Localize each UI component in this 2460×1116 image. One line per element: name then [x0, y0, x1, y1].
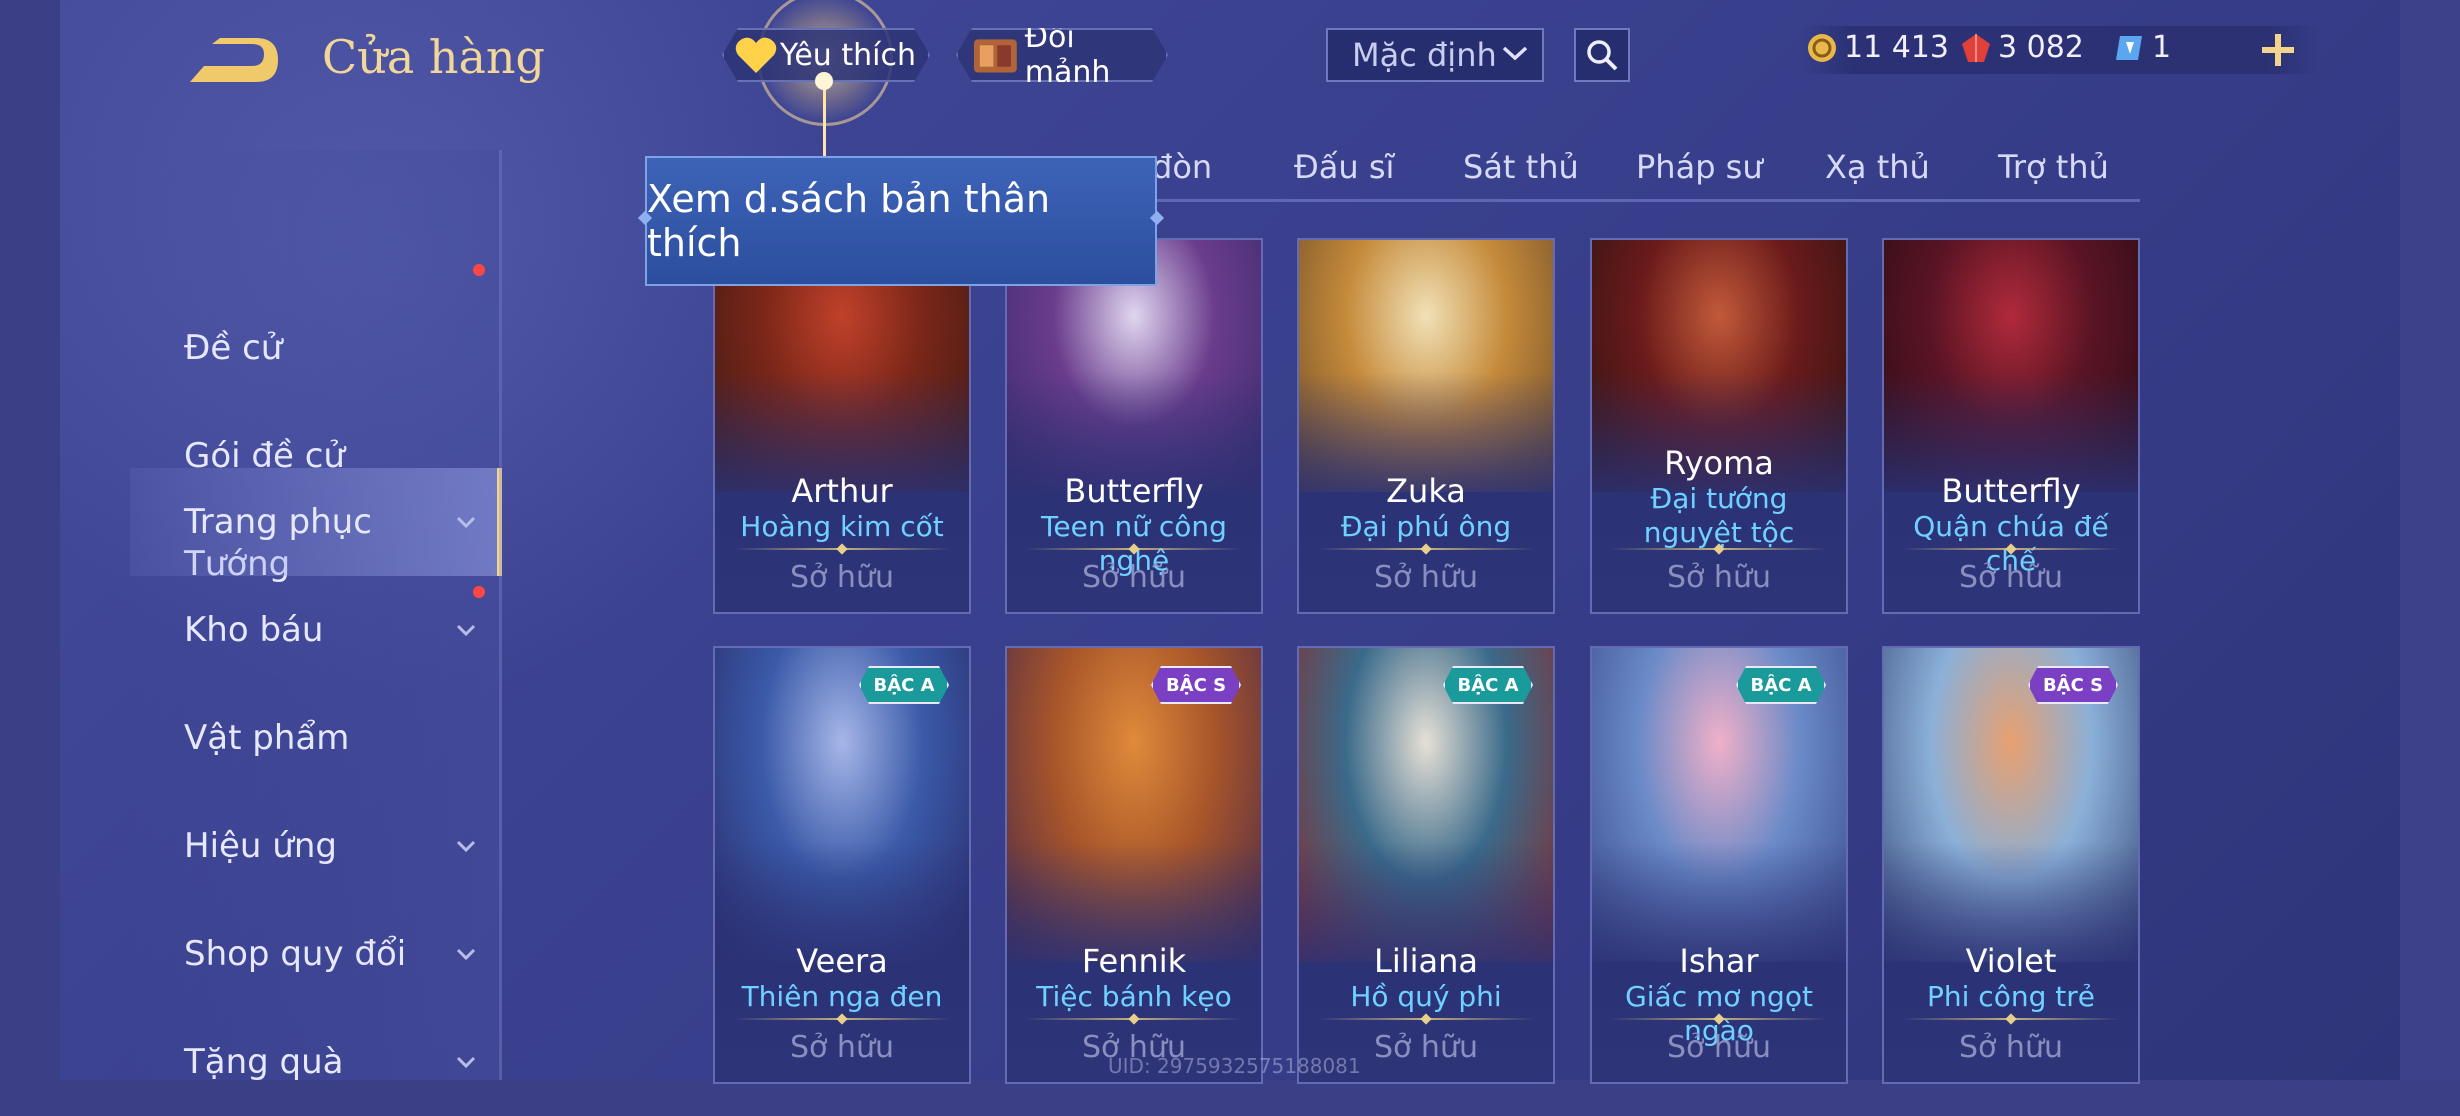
fragment-chest-icon	[972, 33, 1019, 77]
screen-edge-right	[2400, 0, 2460, 1080]
tier-badge: BẬC S	[2028, 666, 2118, 704]
screen-edge-left	[0, 0, 60, 1080]
tier-badge: BẬC A	[859, 666, 949, 704]
tab-mage[interactable]: Pháp sư	[1636, 148, 1763, 186]
search-button[interactable]	[1574, 28, 1630, 82]
owned-status: Sở hữu	[1959, 560, 2063, 595]
skin-name: Đại tướng nguyệt tộc	[1643, 482, 1795, 549]
sidebar-item-recommended[interactable]: Đề cử	[130, 294, 502, 402]
notification-dot	[473, 586, 485, 598]
sidebar: Đề cử Gói đề cử Tướng Trang phục Kho báu…	[130, 150, 502, 1082]
sidebar-item-effects[interactable]: Hiệu ứng	[130, 792, 502, 900]
chevron-down-icon	[456, 840, 476, 853]
back-arrow-icon[interactable]	[182, 36, 282, 88]
voucher-currency: 3 082	[1960, 30, 2084, 65]
fragment-exchange-label: Đổi mảnh	[1024, 20, 1111, 90]
sort-select-value: Mặc định	[1352, 36, 1497, 74]
owned-status: Sở hữu	[1667, 1030, 1771, 1065]
skin-card[interactable]: Butterfly Quận chúa đế chế Sở hữu	[1882, 238, 2140, 614]
sidebar-item-skins[interactable]: Trang phục	[130, 468, 502, 576]
skin-card[interactable]: Ishar Giấc mơ ngọt ngào Sở hữu BẬC A	[1590, 646, 1848, 1084]
hero-name: Violet	[1965, 942, 2057, 980]
chevron-down-icon	[456, 516, 476, 529]
tab-tank[interactable]: đòn	[1152, 148, 1212, 186]
hero-name: Liliana	[1374, 942, 1478, 980]
hero-name: Arthur	[791, 472, 893, 510]
ticket-icon	[2116, 35, 2142, 60]
fragment-exchange-button[interactable]: Đổi mảnh	[956, 28, 1168, 82]
hero-name: Fennik	[1081, 942, 1187, 980]
search-icon	[1587, 40, 1618, 71]
gold-coin-icon	[1808, 33, 1836, 62]
hero-name: Ishar	[1679, 942, 1759, 980]
sidebar-item-label: Kho báu	[184, 610, 324, 650]
chevron-down-icon	[456, 624, 476, 637]
skin-card[interactable]: Fennik Tiệc bánh kẹo Sở hữu BẬC S	[1005, 646, 1263, 1084]
skin-card[interactable]: Arthur Hoàng kim cốt Sở hữu	[713, 238, 971, 614]
hero-name: Ryoma	[1664, 444, 1774, 482]
gold-currency: 11 413	[1806, 30, 1949, 65]
skin-name: Phi công trẻ	[1927, 980, 2095, 1013]
sidebar-item-label: Đề cử	[184, 328, 283, 368]
owned-status: Sở hữu	[1959, 1030, 2063, 1065]
page-title: Cửa hàng	[322, 30, 545, 84]
add-currency-icon[interactable]	[2258, 30, 2298, 70]
hero-name: Butterfly	[1064, 472, 1204, 510]
hero-name: Butterfly	[1941, 472, 2081, 510]
owned-status: Sở hữu	[790, 560, 894, 595]
skin-card[interactable]: Butterfly Teen nữ công nghệ Sở hữu	[1005, 238, 1263, 614]
chevron-down-icon	[456, 1056, 476, 1069]
sidebar-item-label: Hiệu ứng	[184, 826, 337, 866]
skin-name: Hoàng kim cốt	[740, 510, 944, 543]
tier-badge: BẬC A	[1443, 666, 1533, 704]
tab-marksman[interactable]: Xạ thủ	[1825, 148, 1930, 186]
tier-badge: BẬC S	[1151, 666, 1241, 704]
ticket-currency: 1	[2114, 30, 2171, 65]
sidebar-item-treasure[interactable]: Kho báu	[130, 576, 502, 684]
hero-name: Zuka	[1386, 472, 1466, 510]
sidebar-item-label: Tặng quà	[184, 1042, 344, 1082]
skin-card[interactable]: Veera Thiên nga đen Sở hữu BẬC A	[713, 646, 971, 1084]
sidebar-item-exchange-shop[interactable]: Shop quy đổi	[130, 900, 502, 1008]
tier-badge: BẬC A	[1736, 666, 1826, 704]
skin-card[interactable]: Liliana Hồ quý phi Sở hữu BẬC A	[1297, 646, 1555, 1084]
favorite-label: Yêu thích	[780, 37, 916, 73]
skin-name: Đại phú ông	[1340, 510, 1512, 543]
sidebar-item-items[interactable]: Vật phẩm	[130, 684, 502, 792]
skin-name: Hồ quý phi	[1350, 980, 1502, 1013]
skin-card[interactable]: Ryoma Đại tướng nguyệt tộc Sở hữu	[1590, 238, 1848, 614]
user-id-watermark: UID: 2975932575188081	[1108, 1054, 1361, 1078]
sidebar-item-label: Shop quy đổi	[184, 934, 407, 974]
chevron-down-icon	[456, 948, 476, 961]
owned-status: Sở hữu	[1667, 560, 1771, 595]
sidebar-item-gifts[interactable]: Tặng quà	[130, 1008, 502, 1116]
owned-status: Sở hữu	[790, 1030, 894, 1065]
skin-card[interactable]: Violet Phi công trẻ Sở hữu BẬC S	[1882, 646, 2140, 1084]
tab-assassin[interactable]: Sát thủ	[1463, 148, 1579, 186]
notification-dot	[473, 264, 485, 276]
chevron-down-icon	[1502, 46, 1528, 61]
tab-support[interactable]: Trợ thủ	[1998, 148, 2109, 186]
skin-name: Thiên nga đen	[741, 980, 943, 1013]
owned-status: Sở hữu	[1374, 560, 1478, 595]
skin-name: Tiệc bánh kẹo	[1036, 980, 1232, 1013]
hero-name: Veera	[796, 942, 888, 980]
highlight-dot	[815, 72, 833, 90]
sidebar-item-label: Trang phục	[184, 502, 372, 542]
sort-select[interactable]: Mặc định	[1326, 28, 1544, 82]
owned-status: Sở hữu	[1082, 560, 1186, 595]
red-gem-icon	[1962, 33, 1990, 62]
favorite-tooltip: Xem d.sách bản thân thích	[645, 156, 1157, 286]
skin-card[interactable]: Zuka Đại phú ông Sở hữu	[1297, 238, 1555, 614]
tab-fighter[interactable]: Đấu sĩ	[1294, 148, 1394, 186]
sidebar-item-label: Vật phẩm	[184, 718, 350, 758]
heart-icon	[734, 35, 778, 75]
